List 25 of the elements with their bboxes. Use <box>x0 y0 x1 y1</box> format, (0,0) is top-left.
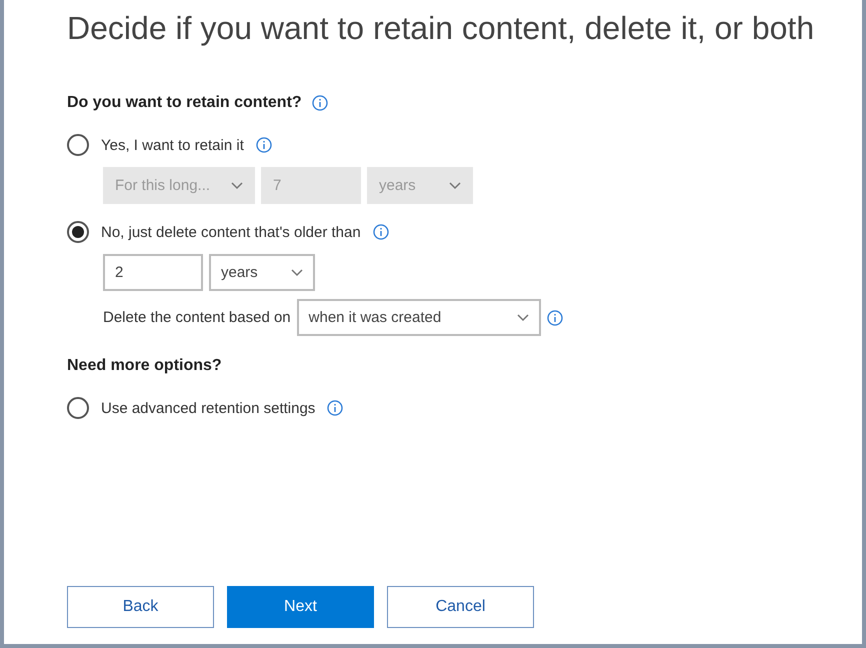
radio-label[interactable]: No, just delete content that's older than <box>101 224 361 240</box>
info-icon[interactable] <box>312 95 328 111</box>
info-icon[interactable] <box>546 310 563 326</box>
section-heading: Do you want to retain content? <box>67 94 302 112</box>
caret-icon <box>516 314 529 322</box>
primary-button[interactable]: Next <box>227 586 374 628</box>
caret-icon <box>291 268 303 276</box>
section-heading: Need more options? <box>67 357 222 375</box>
radio-button[interactable] <box>67 134 89 156</box>
info-icon[interactable] <box>256 137 272 153</box>
radio-label[interactable]: Yes, I want to retain it <box>101 136 244 154</box>
info-icon[interactable] <box>327 400 344 416</box>
radio-button[interactable] <box>67 397 89 419</box>
field-label: Delete the content based on <box>103 309 291 326</box>
caret-icon <box>449 182 461 190</box>
secondary-button[interactable]: Cancel <box>387 586 534 628</box>
page-title: Decide if you want to retain content, delete it, or both <box>67 10 816 47</box>
info-icon[interactable] <box>372 224 389 240</box>
caret-icon <box>231 182 243 190</box>
dropdown[interactable]: years <box>209 254 315 291</box>
radio-button[interactable] <box>67 221 89 243</box>
input-field[interactable]: 2 <box>103 254 203 291</box>
dropdown[interactable]: when it was created <box>296 299 541 336</box>
radio-label[interactable]: Use advanced retention settings <box>101 400 316 416</box>
secondary-button[interactable]: Back <box>67 586 214 628</box>
